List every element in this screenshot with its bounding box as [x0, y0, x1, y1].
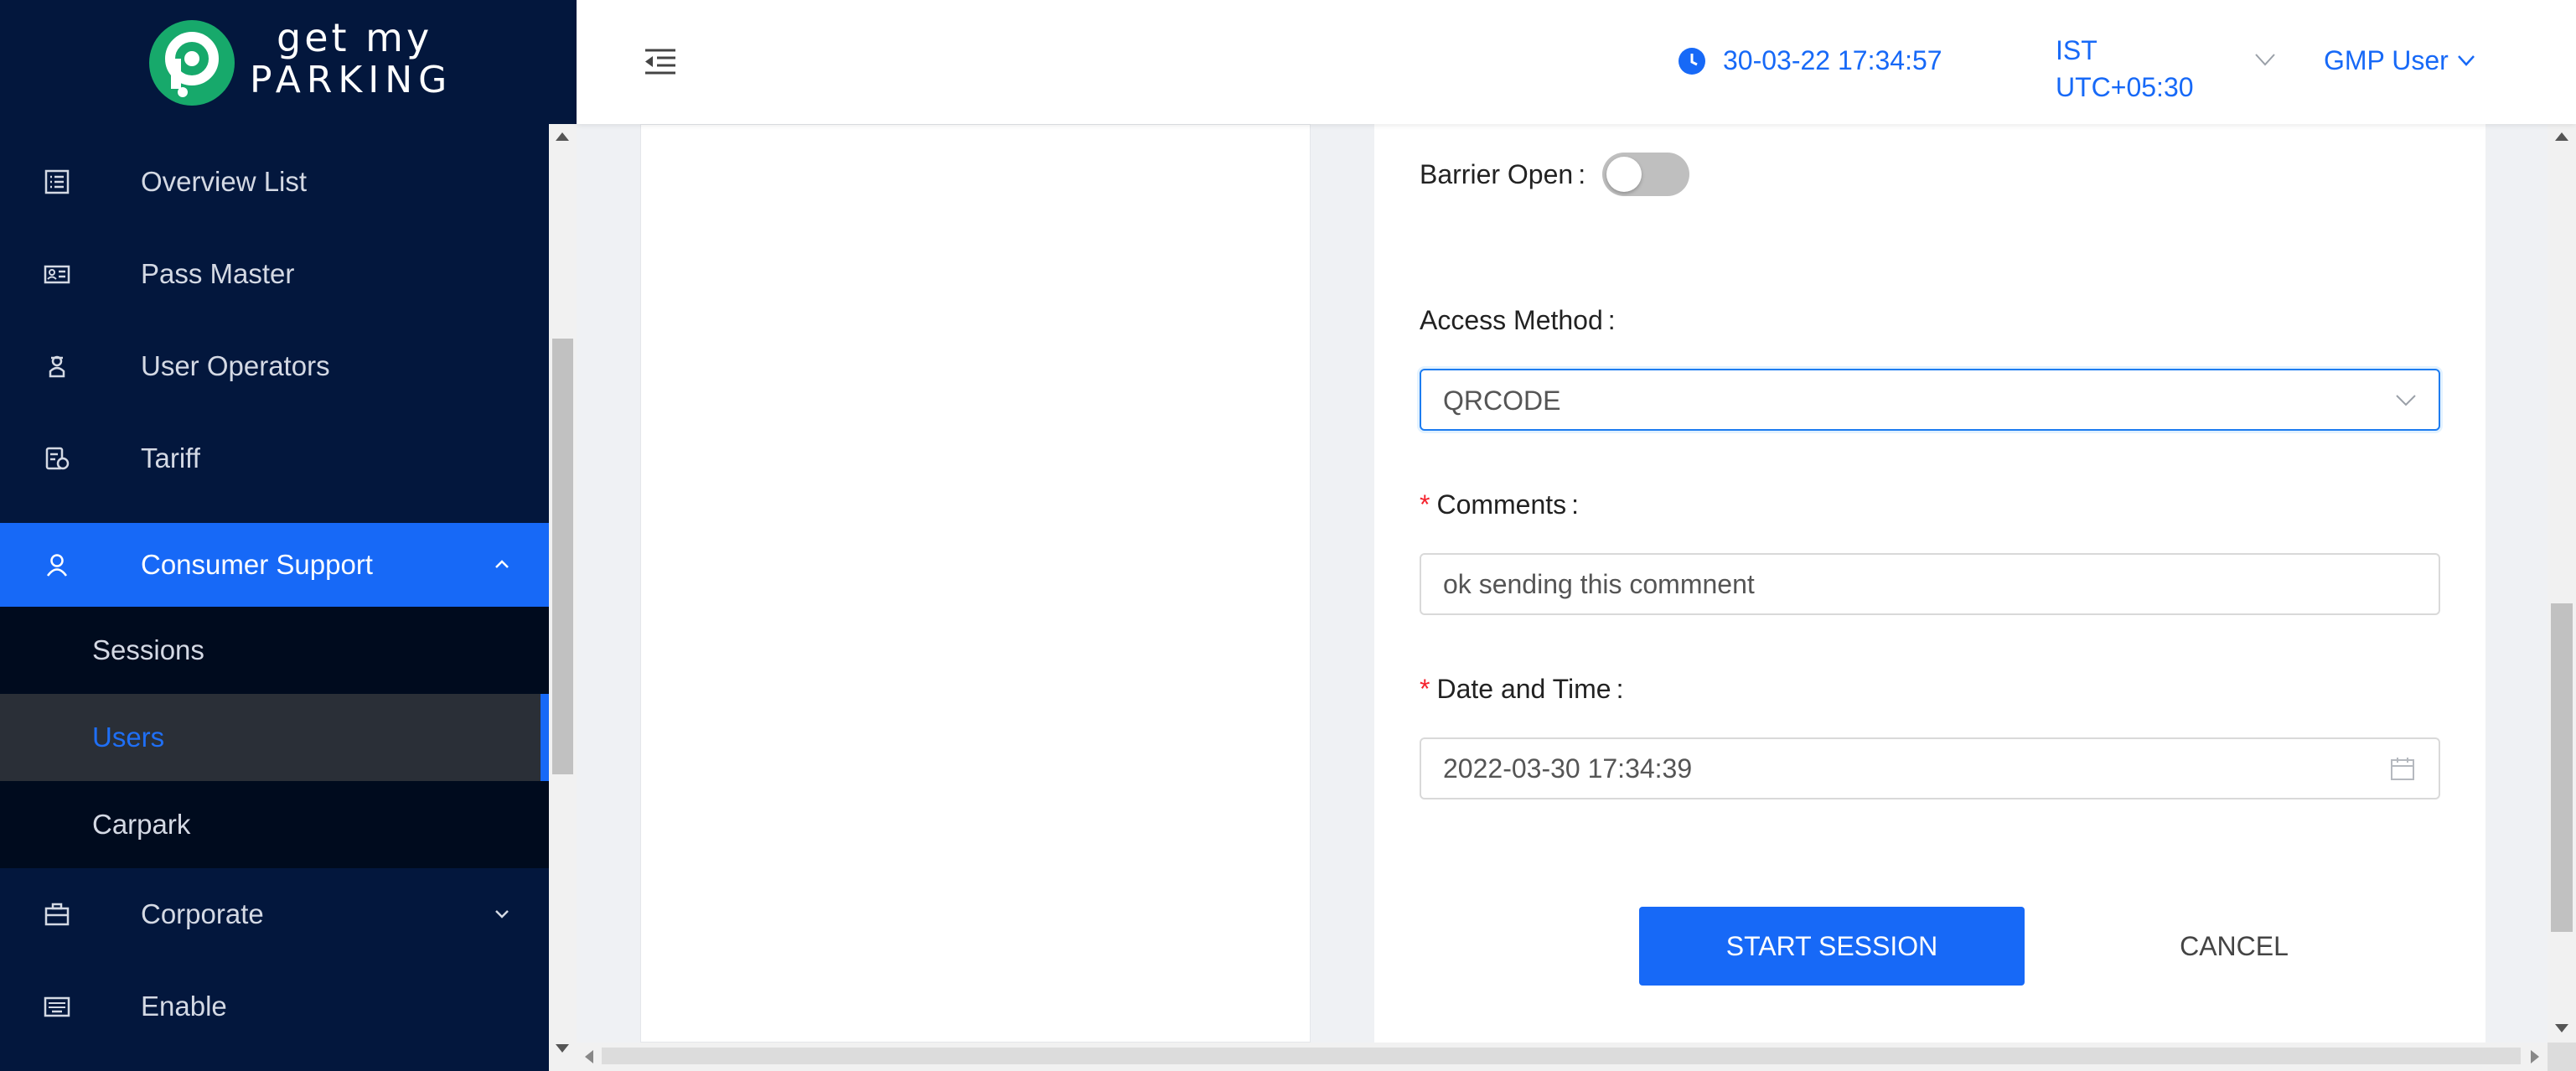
- brand-logo[interactable]: get my PARKING: [0, 0, 577, 124]
- label-colon: :: [1616, 674, 1624, 704]
- sidebar-item-user-operators[interactable]: User Operators: [0, 320, 549, 412]
- keyboard-icon: [44, 996, 70, 1017]
- sidebar-item-corporate[interactable]: Corporate: [0, 868, 549, 960]
- operator-icon: [49, 355, 65, 378]
- sidebar-item-label: Pass Master: [141, 258, 295, 289]
- start-session-button[interactable]: START SESSION: [1639, 907, 2025, 986]
- scrollbar-corner: [2548, 1043, 2576, 1071]
- datetime-picker-input[interactable]: [1420, 737, 2440, 799]
- sidebar-item-label: Overview List: [141, 166, 308, 197]
- sidebar-subitem-label: Carpark: [92, 809, 191, 840]
- barrier-open-label-text: Barrier Open: [1420, 159, 1574, 189]
- timezone-offset: UTC+05:30: [2056, 72, 2194, 102]
- menu-fold-icon[interactable]: [644, 47, 677, 77]
- comments-label-text: Comments: [1436, 489, 1567, 520]
- sidebar-subitem-carpark[interactable]: Carpark: [0, 781, 549, 868]
- main-horizontal-scrollbar[interactable]: [577, 1043, 2548, 1071]
- barrier-open-label: Barrier Open:: [1420, 159, 1585, 190]
- sidebar-subitem-label: Users: [92, 722, 165, 753]
- briefcase-icon: [44, 903, 70, 926]
- current-datetime: 30-03-22 17:34:57: [1723, 45, 1942, 75]
- barrier-open-toggle[interactable]: [1602, 153, 1689, 196]
- timezone-name: IST: [2056, 35, 2098, 65]
- horizontal-scrollbar-thumb[interactable]: [602, 1048, 2521, 1064]
- scroll-down-arrow-icon[interactable]: [556, 1044, 569, 1053]
- cancel-button[interactable]: CANCEL: [2100, 907, 2368, 986]
- sidebar: get my PARKING Overview List Pass Master…: [0, 0, 577, 1071]
- details-panel: [640, 124, 1311, 1043]
- chevron-up-icon: [495, 560, 509, 568]
- main-vertical-scrollbar[interactable]: [2548, 124, 2576, 1043]
- sidebar-subitem-users[interactable]: Users: [0, 694, 549, 781]
- comments-input[interactable]: [1420, 553, 2440, 615]
- comments-label: * Comments:: [1420, 489, 1579, 520]
- logo-text-line1: get my: [277, 15, 433, 60]
- user-icon: [46, 554, 68, 577]
- timezone-selector[interactable]: IST UTC+05:30: [2056, 32, 2194, 106]
- scroll-right-arrow-icon[interactable]: [2531, 1050, 2539, 1063]
- required-mark: *: [1420, 674, 1430, 704]
- main-scrollbar-thumb[interactable]: [2551, 603, 2573, 932]
- access-method-select[interactable]: QRCODE: [1420, 369, 2440, 431]
- sidebar-item-label: User Operators: [141, 350, 330, 381]
- sidebar-item-overview-list[interactable]: Overview List: [0, 136, 549, 228]
- list-icon: [44, 169, 70, 194]
- main-content: Barrier Open: Access Method: QRCODE * Com…: [577, 124, 2548, 1043]
- sidebar-subitem-sessions[interactable]: Sessions: [0, 607, 549, 694]
- scroll-up-arrow-icon[interactable]: [2555, 132, 2568, 141]
- sidebar-menu: Overview List Pass Master User Operators: [0, 124, 549, 1063]
- sidebar-item-enable[interactable]: Enable: [0, 960, 549, 1053]
- scroll-left-arrow-icon[interactable]: [585, 1050, 593, 1063]
- access-method-label-text: Access Method: [1420, 305, 1603, 335]
- sidebar-item-tariff[interactable]: Tariff: [0, 412, 549, 504]
- sidebar-item-label: Enable: [141, 991, 227, 1022]
- required-mark: *: [1420, 489, 1430, 520]
- top-header: 30-03-22 17:34:57 IST UTC+05:30 GMP User: [577, 0, 2576, 124]
- datetime-label: * Date and Time:: [1420, 674, 1623, 705]
- chevron-down-icon: [495, 910, 509, 918]
- sidebar-scrollbar[interactable]: [549, 124, 577, 1071]
- label-colon: :: [1571, 489, 1580, 520]
- tariff-icon: [45, 447, 70, 470]
- label-colon: :: [1607, 305, 1616, 335]
- label-colon: :: [1578, 159, 1586, 189]
- sidebar-item-consumer-support[interactable]: Consumer Support: [0, 523, 549, 607]
- sidebar-item-label: Tariff: [141, 442, 200, 473]
- logo-text-line2: PARKING: [250, 59, 453, 101]
- user-menu[interactable]: GMP User: [2324, 45, 2449, 76]
- sidebar-item-label: Consumer Support: [141, 549, 373, 580]
- chevron-down-icon[interactable]: [2457, 54, 2475, 67]
- clock-icon: [1679, 48, 1705, 75]
- logo-mark-icon: [149, 20, 235, 106]
- scroll-down-arrow-icon[interactable]: [2555, 1024, 2568, 1032]
- datetime-label-text: Date and Time: [1436, 674, 1611, 704]
- id-card-icon: [44, 265, 70, 284]
- sidebar-item-pass-master[interactable]: Pass Master: [0, 228, 549, 320]
- access-method-label: Access Method:: [1420, 305, 1616, 336]
- sidebar-subitem-label: Sessions: [92, 634, 204, 665]
- chevron-down-icon: [2396, 395, 2416, 406]
- access-method-value: QRCODE: [1443, 385, 1561, 416]
- sidebar-scrollbar-thumb[interactable]: [552, 339, 573, 774]
- scroll-up-arrow-icon[interactable]: [556, 132, 569, 141]
- toggle-knob: [1606, 157, 1642, 192]
- calendar-icon[interactable]: [2390, 756, 2415, 781]
- sidebar-item-label: Corporate: [141, 898, 264, 929]
- chevron-down-icon[interactable]: [2254, 52, 2276, 67]
